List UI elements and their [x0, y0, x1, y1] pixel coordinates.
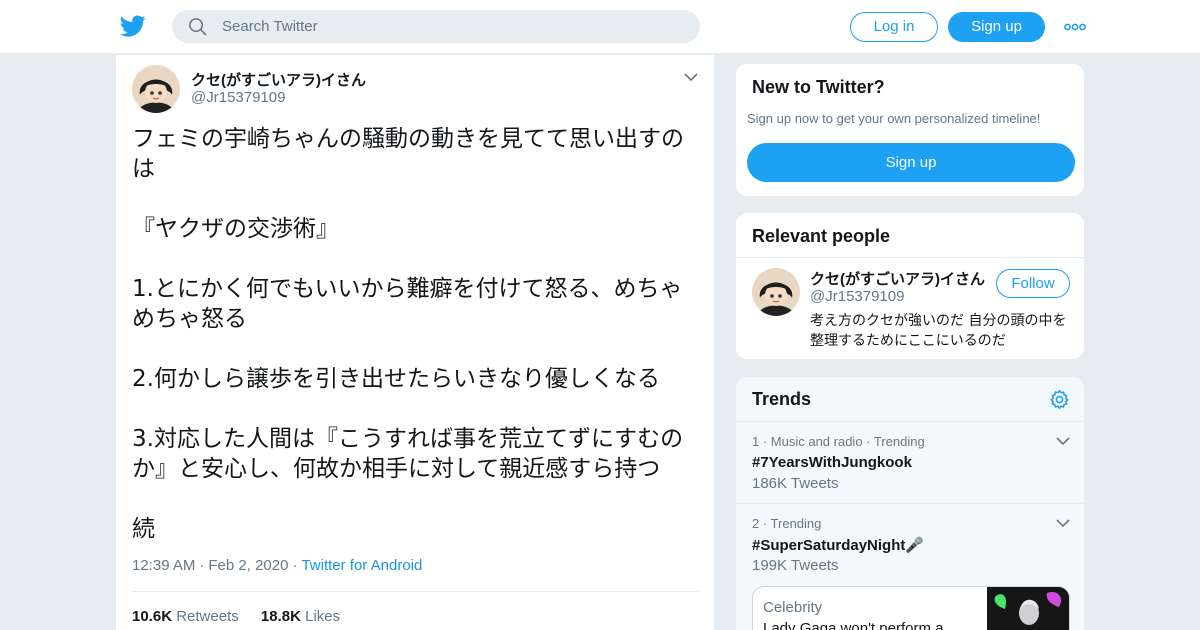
chevron-down-icon[interactable] [684, 72, 698, 82]
trend-context: 1 · Music and radio · Trending [752, 434, 925, 449]
tweet-line: めちゃ怒る [132, 306, 247, 332]
signup-button[interactable]: Sign up [948, 12, 1045, 42]
likes-count: 18.8K [260, 608, 301, 625]
tweet-line: は [132, 156, 155, 182]
new-to-twitter-card: New to Twitter? Sign up now to get your … [735, 63, 1085, 197]
trend-name[interactable]: #7YearsWithJungkook [752, 454, 912, 471]
news-category: Celebrity [763, 599, 823, 616]
tweet-meta: 12:39 AM · Feb 2, 2020 · Twitter for Android [132, 557, 423, 574]
tweet-text: フェミの宇崎ちゃんの騒動の動きを見てて思い出すの は 『ヤクザの交渉術』 1.と… [132, 124, 704, 544]
trend-count: 199K Tweets [752, 557, 839, 574]
tweet-line: 3.対応した人間は『こうすれば事を荒立てずにすむの [132, 426, 684, 452]
relevant-people-title: Relevant people [752, 226, 891, 246]
new-to-twitter-title: New to Twitter? [752, 77, 885, 97]
person-avatar[interactable] [752, 268, 800, 316]
trends-title: Trends [752, 389, 812, 409]
search-icon [189, 18, 207, 36]
likes-label: Likes [305, 608, 341, 625]
tweet-stats: 10.6K Retweets 18.8K Likes [132, 608, 340, 625]
relevant-people-card: Relevant people クセ(がすごいアラ)イさん @Jr1537910… [735, 212, 1085, 360]
divider [132, 591, 699, 592]
top-nav-bar: Log in Sign up [0, 0, 1200, 54]
author-name[interactable]: クセ(がすごいアラ)イさん [191, 69, 366, 90]
news-headline[interactable]: Lady Gaga won't perform a [763, 620, 943, 630]
tweet-line: 1.とにかく何でもいいから難癖を付けて怒る、めちゃ [132, 276, 683, 302]
tweet-line: フェミの宇崎ちゃんの騒動の動きを見てて思い出すの [132, 126, 684, 152]
tweet-source-link[interactable]: Twitter for Android [301, 557, 422, 574]
trend-count: 186K Tweets [752, 475, 839, 492]
person-bio: 考え方のクセが強いのだ 自分の頭の中を整理するためにここにいるのだ [810, 313, 1067, 349]
tweet-card: クセ(がすごいアラ)イさん @Jr15379109 フェミの宇崎ちゃんの騒動の動… [115, 54, 715, 630]
sidebar-signup-button[interactable]: Sign up [747, 143, 1075, 182]
gear-icon[interactable] [1049, 389, 1070, 410]
tweet-line: 『ヤクザの交渉術』 [132, 216, 339, 242]
person-name[interactable]: クセ(がすごいアラ)イさん [810, 268, 985, 289]
tweet-line: か』と安心し、何故か相手に対して親近感すら持つ [132, 456, 661, 482]
news-card[interactable]: Celebrity Lady Gaga won't perform a [752, 586, 1070, 630]
person-handle[interactable]: @Jr15379109 [810, 288, 904, 305]
tweet-time[interactable]: 12:39 AM [132, 557, 195, 574]
follow-button[interactable]: Follow [996, 269, 1070, 298]
trends-card: Trends 1 · Music and radio · Trending #7… [735, 376, 1085, 630]
twitter-bird-icon[interactable] [120, 13, 146, 39]
author-avatar[interactable] [132, 65, 180, 113]
news-thumbnail[interactable] [987, 587, 1069, 630]
new-to-twitter-subtitle: Sign up now to get your own personalized… [747, 111, 1041, 126]
chevron-down-icon[interactable] [1056, 436, 1070, 446]
search-bar [172, 10, 700, 43]
tweet-line: 続 [132, 516, 155, 542]
chevron-down-icon[interactable] [1056, 518, 1070, 528]
trend-context: 2 · Trending [752, 516, 822, 531]
login-button[interactable]: Log in [850, 12, 938, 42]
tweet-date[interactable]: Feb 2, 2020 [208, 557, 288, 574]
likes-stat[interactable]: 18.8K Likes [261, 608, 340, 625]
search-input[interactable] [222, 10, 682, 43]
author-handle[interactable]: @Jr15379109 [191, 89, 285, 106]
more-dots-icon[interactable] [1064, 19, 1086, 35]
retweets-stat[interactable]: 10.6K Retweets [132, 608, 239, 625]
retweets-count: 10.6K [132, 608, 173, 625]
tweet-line: 2.何かしら譲歩を引き出せたらいきなり優しくなる [132, 366, 660, 392]
retweets-label: Retweets [176, 608, 239, 625]
trend-name[interactable]: #SuperSaturdayNight🎤 [752, 536, 924, 554]
